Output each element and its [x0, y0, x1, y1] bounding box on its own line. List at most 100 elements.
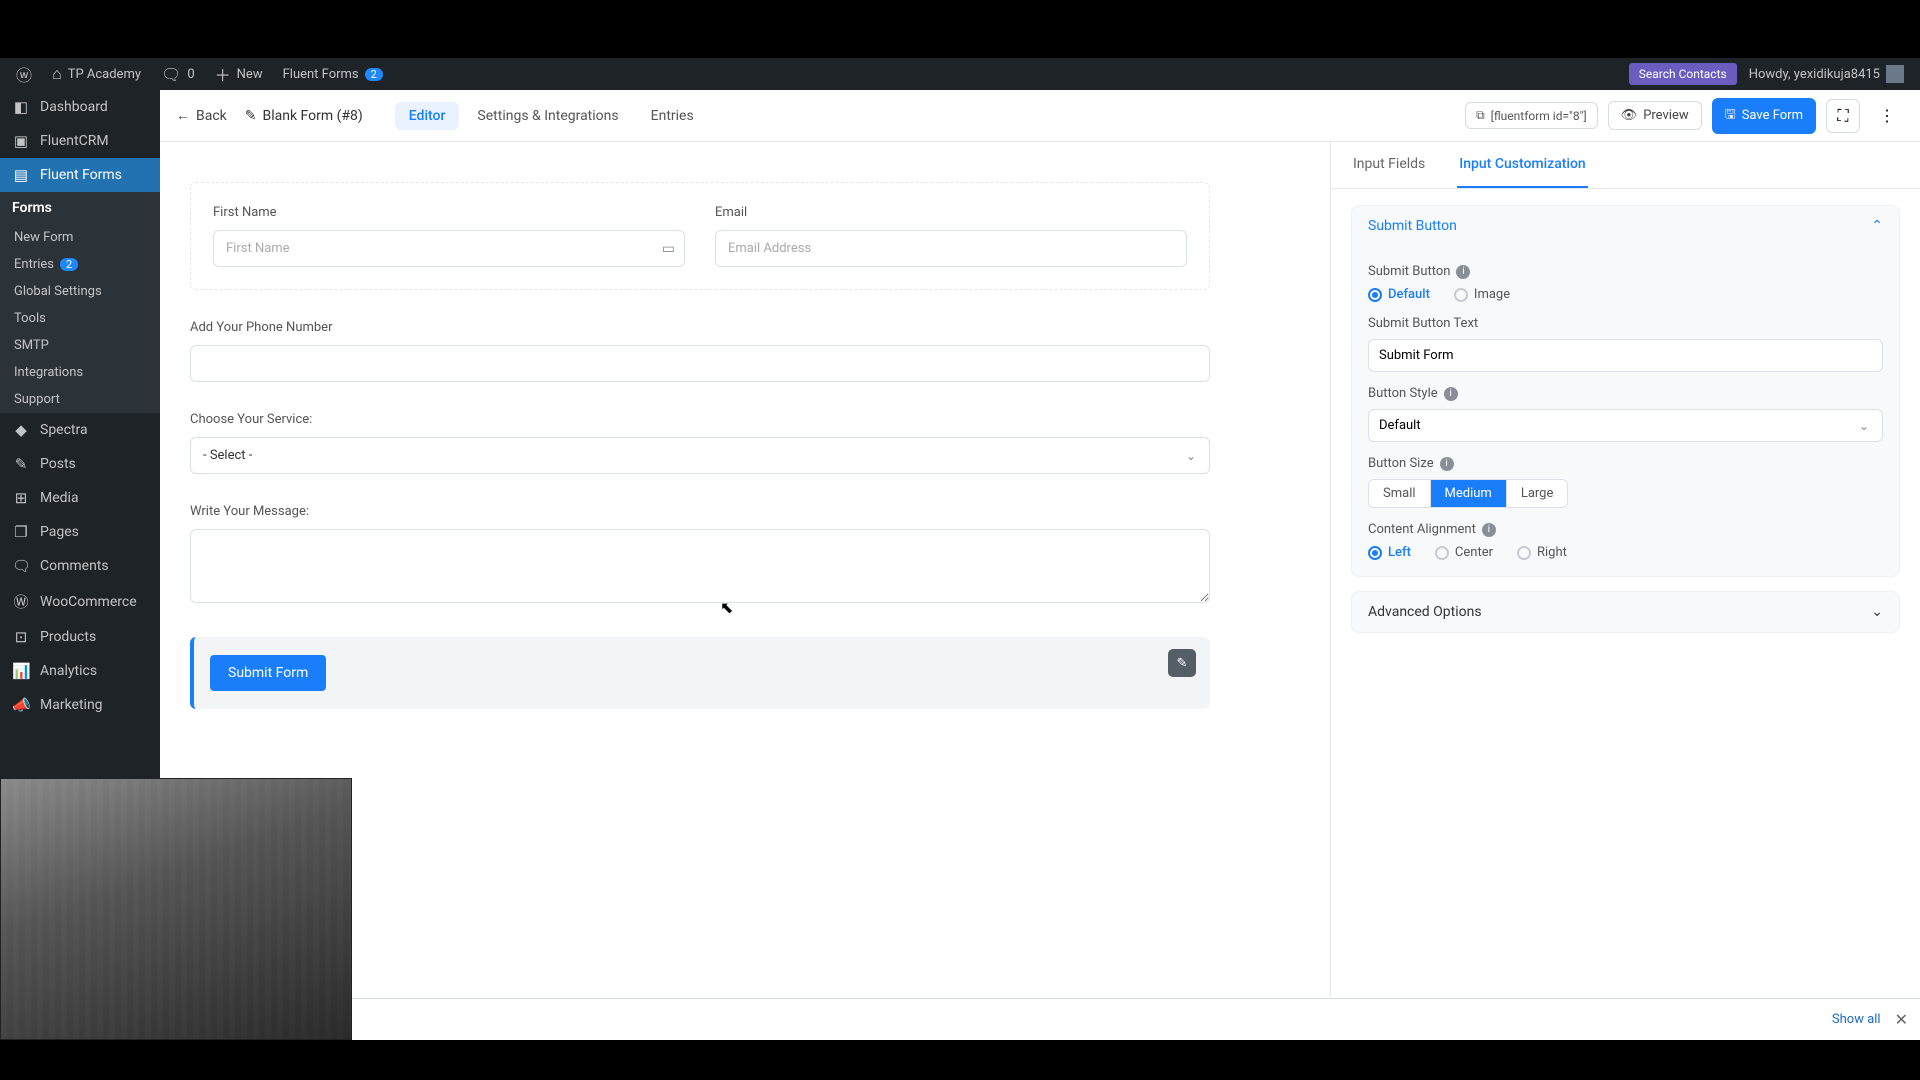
submenu-integrations[interactable]: Integrations — [0, 359, 160, 386]
edit-element-button[interactable]: ✎ — [1168, 649, 1196, 677]
service-field[interactable]: Choose Your Service: - Select - ⌄ — [190, 412, 1210, 474]
submenu-support[interactable]: Support — [0, 386, 160, 413]
product-icon: ⊡ — [12, 628, 30, 646]
submenu-smtp[interactable]: SMTP — [0, 332, 160, 359]
menu-media[interactable]: ⊞Media — [0, 481, 160, 515]
woo-icon: Ⓦ — [12, 591, 30, 612]
first-name-input[interactable] — [213, 230, 685, 267]
pin-icon: ✎ — [12, 455, 30, 473]
tab-input-fields[interactable]: Input Fields — [1351, 142, 1427, 188]
save-form-button[interactable]: 🖫Save Form — [1712, 98, 1816, 134]
menu-pages[interactable]: ❐Pages — [0, 515, 160, 549]
comments-bubble[interactable]: 🗨0 — [153, 58, 203, 90]
menu-posts[interactable]: ✎Posts — [0, 447, 160, 481]
chevron-down-icon: ⌄ — [1859, 419, 1869, 433]
close-shelf-button[interactable]: ✕ — [1895, 1010, 1908, 1029]
service-select[interactable]: - Select - — [190, 437, 1210, 474]
info-icon: i — [1482, 523, 1496, 537]
radio-default[interactable]: Default — [1368, 287, 1430, 302]
align-right[interactable]: Right — [1517, 545, 1567, 560]
new-content[interactable]: ＋New — [207, 58, 271, 90]
shortcode-box[interactable]: ⧉[fluentform id="8"] — [1465, 102, 1598, 129]
tab-entries[interactable]: Entries — [637, 102, 708, 130]
show-all-downloads[interactable]: Show all — [1832, 1012, 1881, 1027]
comment-icon: 🗨 — [12, 557, 30, 575]
email-input[interactable] — [715, 230, 1187, 267]
submenu-tools[interactable]: Tools — [0, 305, 160, 332]
editor-topbar: ←Back ✎Blank Form (#8) Editor Settings &… — [160, 90, 1920, 142]
howdy-account[interactable]: Howdy, yexidikuja8415 — [1741, 58, 1912, 90]
submenu-entries[interactable]: Entries2 — [0, 251, 160, 278]
avatar — [1886, 65, 1904, 83]
button-type-radio: Default Image — [1368, 287, 1883, 302]
fluent-forms-submenu: Forms New Form Entries2 Global Settings … — [0, 192, 160, 413]
expand-button[interactable]: ⛶ — [1826, 99, 1860, 133]
editor-tabs: Editor Settings & Integrations Entries — [395, 102, 708, 130]
button-style-select[interactable]: Default — [1368, 409, 1883, 442]
menu-analytics[interactable]: 📊Analytics — [0, 654, 160, 688]
form-name[interactable]: ✎Blank Form (#8) — [245, 108, 363, 124]
menu-comments[interactable]: 🗨Comments — [0, 549, 160, 583]
pencil-icon: ✎ — [245, 108, 257, 124]
menu-fluent-forms[interactable]: ▤Fluent Forms — [0, 158, 160, 192]
pencil-icon: ✎ — [1177, 656, 1188, 671]
menu-fluentcrm[interactable]: ▣FluentCRM — [0, 124, 160, 158]
align-left[interactable]: Left — [1368, 545, 1411, 560]
app-frame: ⓦ ⌂TP Academy 🗨0 ＋New Fluent Forms2 Sear… — [0, 58, 1920, 1040]
menu-woocommerce[interactable]: ⓌWooCommerce — [0, 583, 160, 620]
submit-button-heading: Submit Buttoni — [1368, 264, 1883, 279]
phone-label: Add Your Phone Number — [190, 320, 1210, 335]
submit-form-button[interactable]: Submit Form — [210, 655, 326, 691]
content: ←Back ✎Blank Form (#8) Editor Settings &… — [160, 90, 1920, 998]
first-name-label: First Name — [213, 205, 685, 220]
site-name[interactable]: ⌂TP Academy — [44, 58, 149, 90]
message-label: Write Your Message: — [190, 504, 1210, 519]
submenu-new-form[interactable]: New Form — [0, 224, 160, 251]
button-text-label: Submit Button Text — [1368, 316, 1883, 331]
menu-dashboard[interactable]: ◧Dashboard — [0, 90, 160, 124]
search-contacts-button[interactable]: Search Contacts — [1629, 63, 1737, 85]
fluent-forms-link[interactable]: Fluent Forms2 — [275, 58, 391, 90]
analytics-icon: 📊 — [12, 662, 30, 680]
panel-header-submit[interactable]: Submit Button ⌃ — [1352, 206, 1899, 246]
info-icon: i — [1444, 387, 1458, 401]
align-center[interactable]: Center — [1435, 545, 1493, 560]
email-label: Email — [715, 205, 1187, 220]
submit-button-row[interactable]: Submit Form ✎ — [190, 637, 1210, 709]
advanced-options-panel: Advanced Options ⌄ — [1351, 591, 1900, 633]
marketing-icon: 📣 — [12, 696, 30, 714]
right-sidebar: Input Fields Input Customization Submit … — [1330, 142, 1920, 998]
spectra-icon: ◆ — [12, 421, 30, 439]
preview-button[interactable]: 👁Preview — [1608, 101, 1702, 130]
eye-icon: 👁 — [1621, 108, 1638, 123]
wp-logo[interactable]: ⓦ — [8, 58, 40, 90]
phone-field[interactable]: Add Your Phone Number — [190, 320, 1210, 382]
chevron-down-icon: ⌄ — [1186, 449, 1196, 463]
menu-products[interactable]: ⊡Products — [0, 620, 160, 654]
message-textarea[interactable] — [190, 529, 1210, 603]
name-email-row[interactable]: First Name ▭ Email — [190, 182, 1210, 290]
button-style-label: Button Stylei — [1368, 386, 1883, 401]
message-field[interactable]: Write Your Message: — [190, 504, 1210, 607]
button-size-label: Button Sizei — [1368, 456, 1883, 471]
webcam-overlay — [0, 778, 352, 1040]
chevron-down-icon: ⌄ — [1871, 604, 1883, 620]
submenu-forms[interactable]: Forms — [0, 192, 160, 224]
menu-marketing[interactable]: 📣Marketing — [0, 688, 160, 722]
size-small[interactable]: Small — [1369, 480, 1431, 507]
panel-header-advanced[interactable]: Advanced Options ⌄ — [1352, 592, 1899, 632]
radio-image[interactable]: Image — [1454, 287, 1510, 302]
tab-settings[interactable]: Settings & Integrations — [463, 102, 632, 130]
back-link[interactable]: ←Back — [176, 107, 227, 124]
info-icon: i — [1456, 265, 1470, 279]
button-size-segmented: Small Medium Large — [1368, 479, 1568, 508]
more-menu-button[interactable]: ⋮ — [1870, 99, 1904, 133]
button-text-input[interactable] — [1368, 339, 1883, 372]
size-large[interactable]: Large — [1507, 480, 1568, 507]
menu-spectra[interactable]: ◆Spectra — [0, 413, 160, 447]
submenu-global-settings[interactable]: Global Settings — [0, 278, 160, 305]
phone-input[interactable] — [190, 345, 1210, 382]
tab-editor[interactable]: Editor — [395, 102, 460, 130]
tab-input-customization[interactable]: Input Customization — [1457, 142, 1587, 188]
size-medium[interactable]: Medium — [1431, 480, 1507, 507]
